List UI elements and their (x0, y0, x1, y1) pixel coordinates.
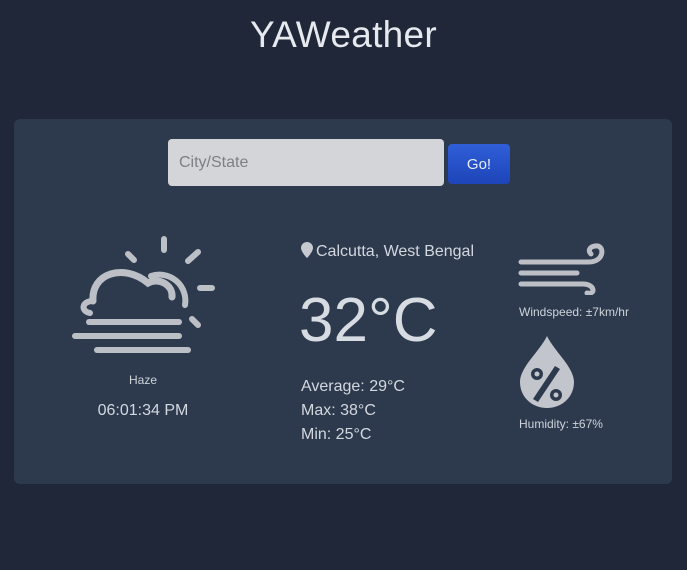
min-temperature: Min: 25°C (301, 426, 372, 443)
map-pin-icon (301, 242, 313, 258)
haze-icon (72, 236, 215, 353)
location-text: Calcutta, West Bengal (316, 243, 475, 260)
condition-label: Haze (128, 373, 157, 387)
wind-icon (518, 243, 605, 295)
humidity-drop-icon (520, 336, 574, 408)
city-search-input[interactable] (168, 139, 444, 186)
windspeed-label: Windspeed: ±7km/hr (519, 305, 629, 319)
go-button[interactable]: Go! (448, 144, 510, 184)
current-temperature: 32°C (299, 286, 438, 355)
weather-card: Go! Haze 06:01:34 PM Calcutta, West Beng… (14, 119, 672, 484)
location-label: Calcutta, West Bengal (301, 242, 474, 261)
max-temperature: Max: 38°C (301, 402, 376, 419)
average-temperature: Average: 29°C (301, 378, 405, 395)
local-time: 06:01:34 PM (97, 402, 189, 419)
humidity-label: Humidity: ±67% (519, 417, 603, 431)
app-title: YAWeather (249, 14, 438, 55)
